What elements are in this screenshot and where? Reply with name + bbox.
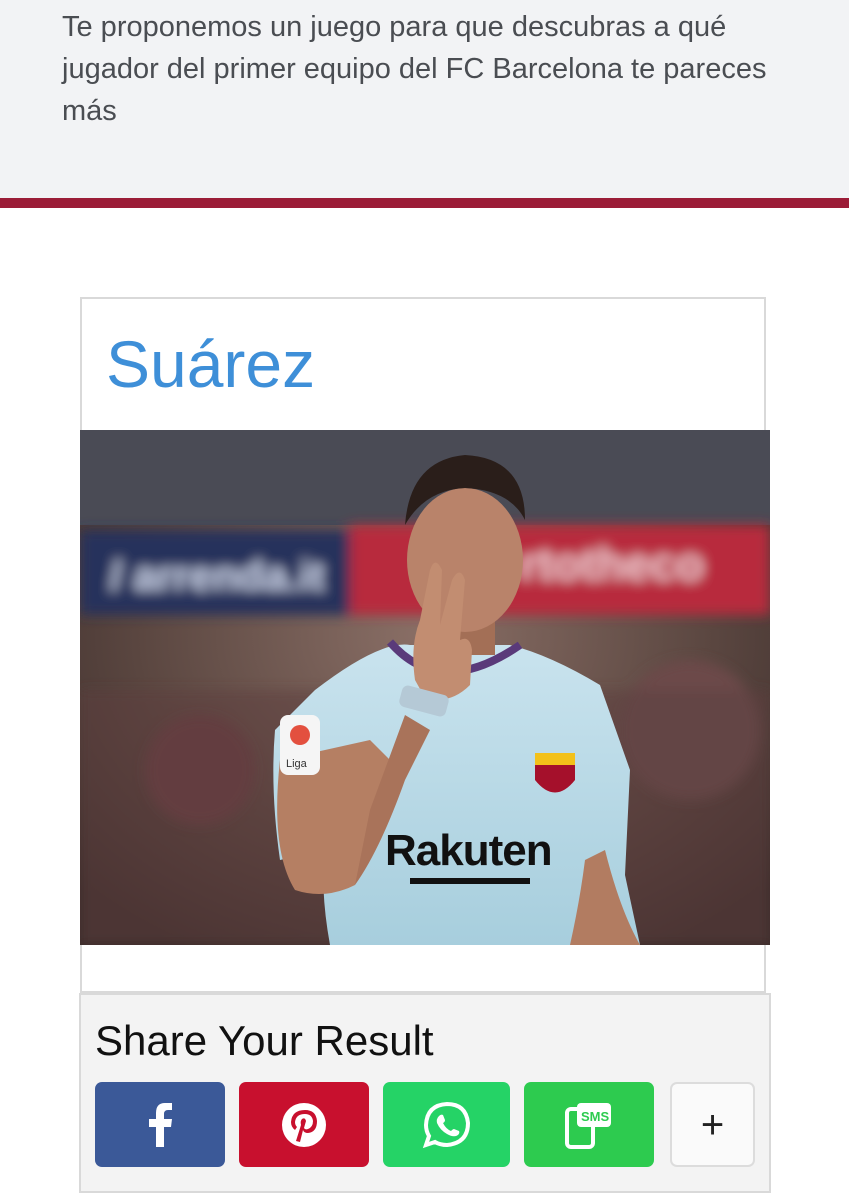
- accent-divider: [0, 198, 849, 208]
- result-card: Suárez / arrenda.it rtotheco Liga Rakute…: [80, 297, 770, 993]
- sms-icon: SMS: [565, 1102, 611, 1149]
- share-more-button[interactable]: +: [670, 1082, 755, 1167]
- pinterest-icon: [282, 1102, 326, 1147]
- sponsor-text: Rakuten: [385, 826, 552, 875]
- result-photo: / arrenda.it rtotheco Liga Rakuten: [80, 430, 770, 945]
- league-patch-text: Liga: [286, 758, 308, 770]
- result-title: Suárez: [106, 327, 316, 401]
- share-title: Share Your Result: [95, 1017, 434, 1064]
- share-pinterest-button[interactable]: [239, 1082, 369, 1167]
- share-sms-button[interactable]: SMS: [524, 1082, 654, 1167]
- intro-banner: Te proponemos un juego para que descubra…: [0, 0, 849, 198]
- plus-icon: +: [700, 1102, 725, 1147]
- svg-text:rtotheco: rtotheco: [520, 538, 704, 590]
- share-whatsapp-button[interactable]: [383, 1082, 510, 1167]
- share-facebook-button[interactable]: [95, 1082, 225, 1167]
- sms-label: SMS: [581, 1109, 610, 1124]
- whatsapp-icon: [422, 1101, 470, 1148]
- share-panel: Share Your Result SMS +: [79, 993, 771, 1193]
- intro-text: Te proponemos un juego para que descubra…: [62, 11, 767, 127]
- svg-text:/ arrenda.it: / arrenda.it: [110, 552, 325, 599]
- facebook-icon: [149, 1102, 172, 1147]
